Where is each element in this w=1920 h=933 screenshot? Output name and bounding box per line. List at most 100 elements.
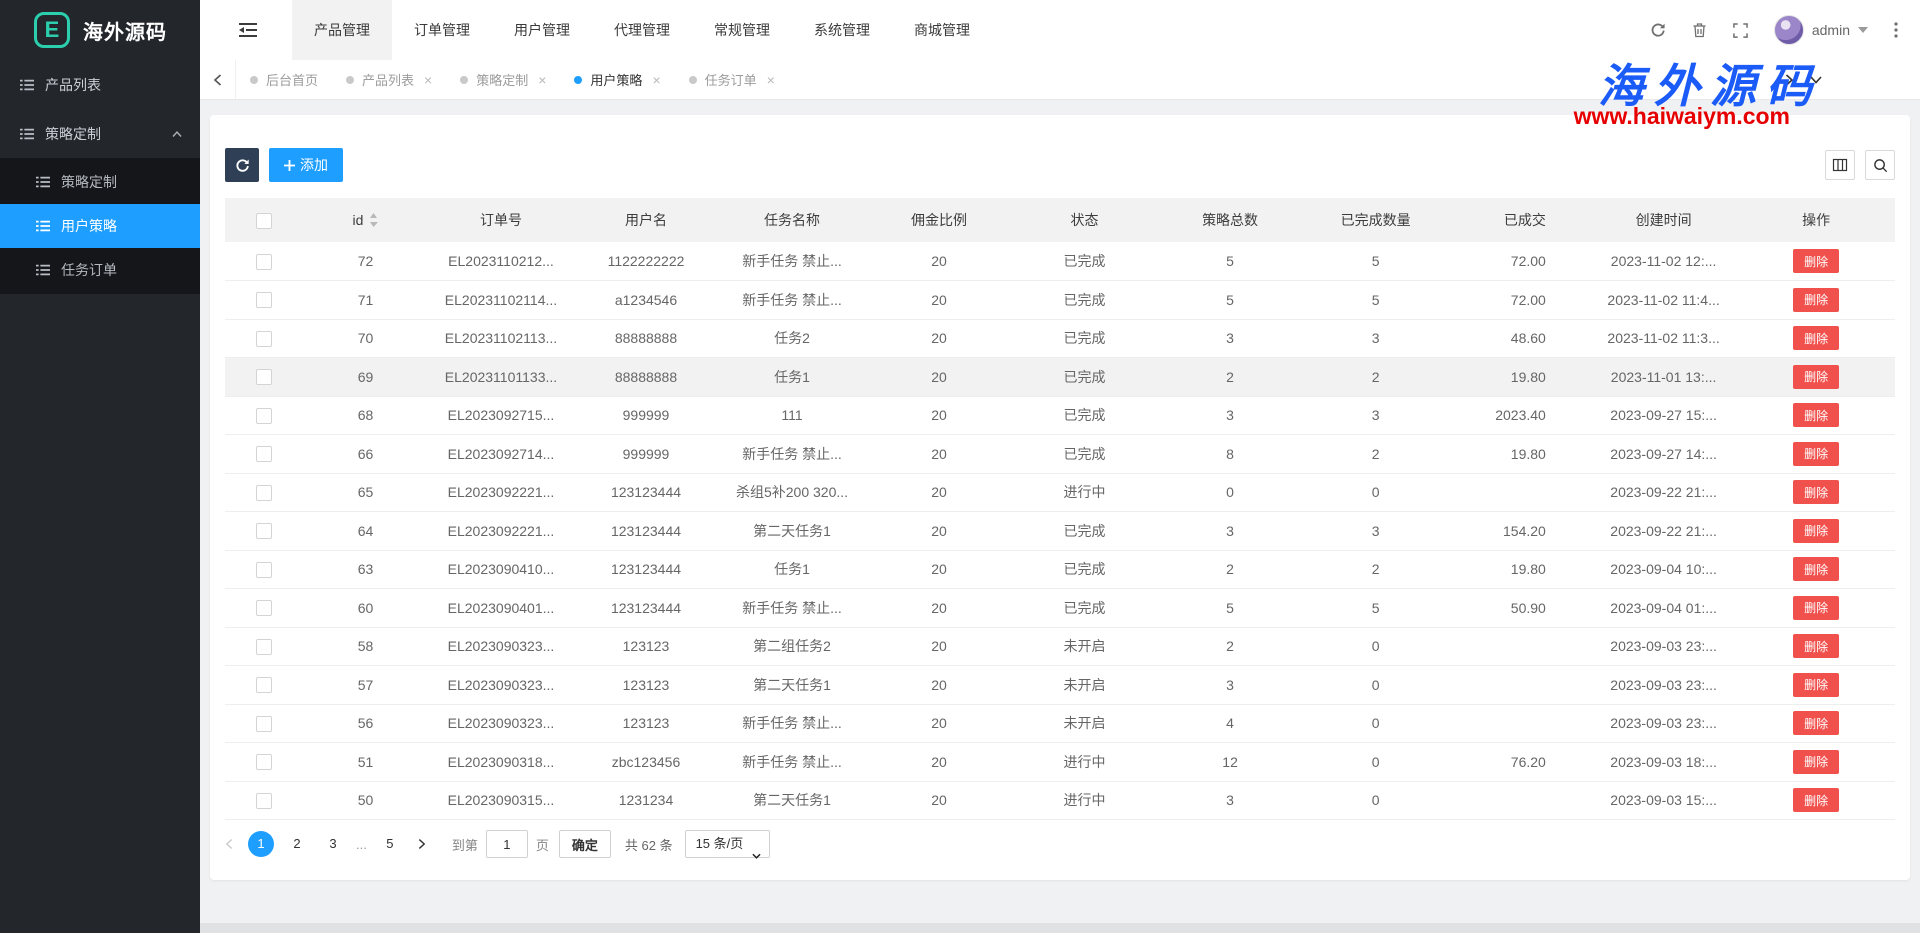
page-2[interactable]: 2 [284,831,310,857]
sidebar-item-策略定制[interactable]: 策略定制 [0,109,200,158]
row-select-cell [225,743,303,782]
delete-button[interactable]: 删除 [1793,288,1839,312]
row-checkbox[interactable] [256,716,272,732]
delete-button[interactable]: 删除 [1793,519,1839,543]
tab-close-icon[interactable]: × [424,73,432,87]
cell-strategy_total: 4 [1157,704,1303,743]
sort-icon[interactable] [369,213,378,227]
horizontal-scrollbar[interactable] [200,923,1920,933]
cell-username: 123123444 [574,512,718,551]
cell-deal_amount [1448,704,1590,743]
brand-logo-icon: E [34,12,70,48]
row-checkbox[interactable] [256,369,272,385]
search-icon[interactable] [1865,150,1895,180]
row-checkbox[interactable] [256,600,272,616]
delete-button[interactable]: 删除 [1793,596,1839,620]
collapse-menu-icon[interactable] [228,0,268,60]
delete-button[interactable]: 删除 [1793,480,1839,504]
cell-created_at: 2023-09-27 15:... [1590,396,1738,435]
trash-icon[interactable] [1692,22,1707,38]
cell-created_at: 2023-09-04 01:... [1590,589,1738,628]
tabs-menu-icon[interactable] [1810,76,1822,84]
avatar [1774,15,1804,45]
sidebar-subitem-任务订单[interactable]: 任务订单 [0,248,200,292]
tab-策略定制[interactable]: 策略定制× [446,60,560,99]
refresh-table-button[interactable] [225,148,259,182]
page-3[interactable]: 3 [320,831,346,857]
more-options-icon[interactable] [1894,22,1898,38]
tab-任务订单[interactable]: 任务订单× [675,60,789,99]
cell-order_no: EL2023090318... [428,743,575,782]
row-checkbox[interactable] [256,523,272,539]
delete-button[interactable]: 删除 [1793,634,1839,658]
row-checkbox[interactable] [256,754,272,770]
row-checkbox[interactable] [256,331,272,347]
page-size-label: 15 条/页 [696,836,744,851]
nav-item-产品管理[interactable]: 产品管理 [292,0,392,60]
delete-button[interactable]: 删除 [1793,673,1839,697]
tab-用户策略[interactable]: 用户策略× [560,60,674,99]
fullscreen-icon[interactable] [1733,23,1748,38]
confirm-page-button[interactable]: 确定 [559,830,611,858]
refresh-icon[interactable] [1650,22,1666,38]
tabs-scroll-left-icon[interactable] [200,60,236,99]
row-checkbox[interactable] [256,639,272,655]
cell-status: 未开启 [1012,704,1158,743]
page-size-select[interactable]: 15 条/页 [685,830,771,858]
cell-task_name: 新手任务 禁止... [718,704,867,743]
page-5[interactable]: 5 [377,831,403,857]
sidebar-subitem-策略定制[interactable]: 策略定制 [0,160,200,204]
nav-item-代理管理[interactable]: 代理管理 [592,0,692,60]
tab-产品列表[interactable]: 产品列表× [332,60,446,99]
tab-close-icon[interactable]: × [538,73,546,87]
column-header-用户名: 用户名 [574,198,718,242]
goto-page-input[interactable] [486,830,528,858]
delete-button[interactable]: 删除 [1793,557,1839,581]
delete-button[interactable]: 删除 [1793,403,1839,427]
sidebar-subitem-用户策略[interactable]: 用户策略 [0,204,200,248]
sidebar-item-产品列表[interactable]: 产品列表 [0,60,200,109]
row-checkbox[interactable] [256,677,272,693]
row-checkbox[interactable] [256,292,272,308]
row-actions-cell: 删除 [1737,358,1895,397]
delete-button[interactable]: 删除 [1793,788,1839,812]
nav-item-系统管理[interactable]: 系统管理 [792,0,892,60]
tab-close-icon[interactable]: × [767,73,775,87]
cell-completed_count: 3 [1303,319,1449,358]
columns-toggle-icon[interactable] [1825,150,1855,180]
next-page-icon[interactable] [418,838,426,850]
row-checkbox[interactable] [256,793,272,809]
delete-button[interactable]: 删除 [1793,249,1839,273]
cell-order_no: EL2023090315... [428,781,575,820]
row-checkbox[interactable] [256,408,272,424]
nav-item-用户管理[interactable]: 用户管理 [492,0,592,60]
row-actions-cell: 删除 [1737,396,1895,435]
cell-task_name: 新手任务 禁止... [718,281,867,320]
page-1[interactable]: 1 [248,831,274,857]
delete-button[interactable]: 删除 [1793,365,1839,389]
cell-completed_count: 2 [1303,358,1449,397]
delete-button[interactable]: 删除 [1793,711,1839,735]
nav-item-订单管理[interactable]: 订单管理 [392,0,492,60]
tab-close-icon[interactable]: × [652,73,660,87]
delete-button[interactable]: 删除 [1793,326,1839,350]
add-button[interactable]: 添加 [269,148,343,182]
row-actions-cell: 删除 [1737,473,1895,512]
nav-item-商城管理[interactable]: 商城管理 [892,0,992,60]
row-checkbox[interactable] [256,254,272,270]
cell-task_name: 新手任务 禁止... [718,743,867,782]
user-menu[interactable]: admin [1774,15,1868,45]
prev-page-icon[interactable] [225,838,233,850]
row-checkbox[interactable] [256,562,272,578]
row-checkbox[interactable] [256,446,272,462]
tab-后台首页[interactable]: 后台首页 [236,60,332,99]
cell-commission_rate: 20 [866,242,1012,281]
cell-username: 123123444 [574,473,718,512]
nav-item-常规管理[interactable]: 常规管理 [692,0,792,60]
delete-button[interactable]: 删除 [1793,442,1839,466]
cell-status: 已完成 [1012,550,1158,589]
row-checkbox[interactable] [256,485,272,501]
tabs-scroll-right-icon[interactable] [1785,74,1794,86]
delete-button[interactable]: 删除 [1793,750,1839,774]
select-all-checkbox[interactable] [256,213,272,229]
